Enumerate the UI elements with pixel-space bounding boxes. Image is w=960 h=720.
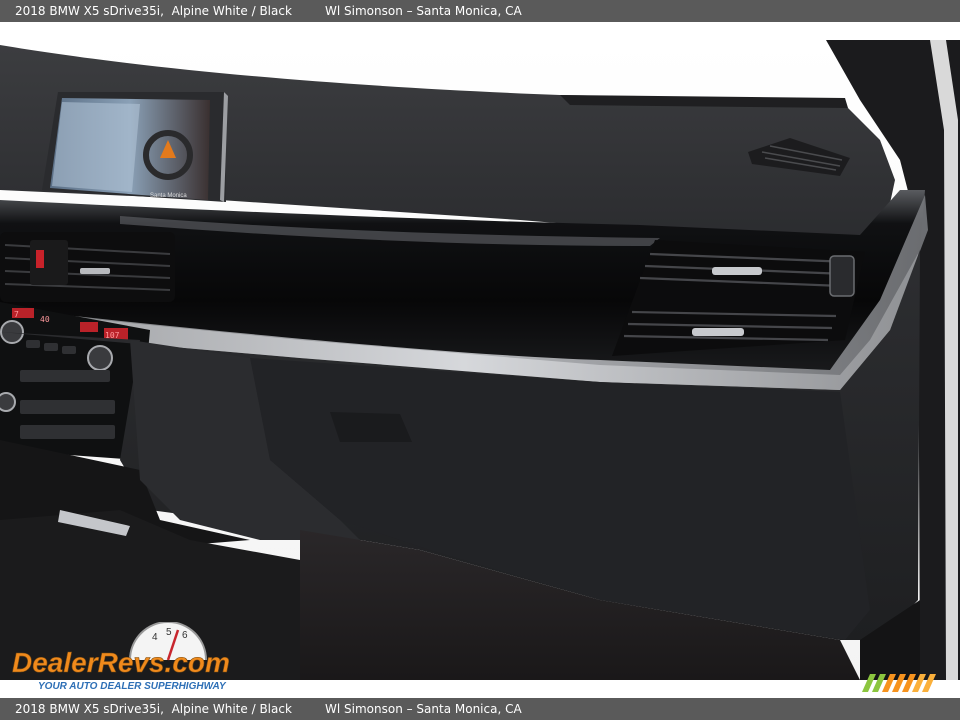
dealerrevs-brand: DealerRevs.com [12, 647, 230, 678]
screen-caption: Santa Monica [150, 193, 187, 199]
speed-stripes-logo [862, 674, 936, 692]
dealerrevs-logo: 4 5 6 DealerRevs.com YOUR AUTO DEALER SU… [12, 622, 230, 692]
footer-bar: 2018 BMW X5 sDrive35i, Alpine White / Bl… [0, 698, 960, 720]
vehicle-title: 2018 BMW X5 sDrive35i, Alpine White / Bl… [15, 4, 292, 18]
radio-readout-1: 7 [14, 310, 19, 319]
footer-vehicle-title: 2018 BMW X5 sDrive35i, Alpine White / Bl… [15, 702, 292, 716]
speedo-tick-6: 6 [182, 630, 188, 641]
dealer-location: Wl Simonson – Santa Monica, CA [325, 4, 522, 18]
speedo-tick-4: 4 [152, 632, 158, 643]
vehicle-interior-photo: Santa Monica 7 107 40 [0, 40, 960, 680]
dashboard-scene: Santa Monica 7 107 40 [0, 40, 960, 680]
speedo-tick-5: 5 [166, 627, 172, 638]
glovebox-handle [330, 412, 412, 442]
passenger-vent [612, 240, 865, 356]
tuning-knob-icon [87, 345, 113, 371]
radio-readout-3: 40 [40, 315, 50, 324]
header-bar: 2018 BMW X5 sDrive35i, Alpine White / Bl… [0, 0, 960, 22]
dealerrevs-tagline: YOUR AUTO DEALER SUPERHIGHWAY [38, 681, 227, 692]
center-vents [0, 232, 175, 302]
footer-dealer-location: Wl Simonson – Santa Monica, CA [325, 702, 522, 716]
volume-knob-icon [0, 320, 24, 344]
